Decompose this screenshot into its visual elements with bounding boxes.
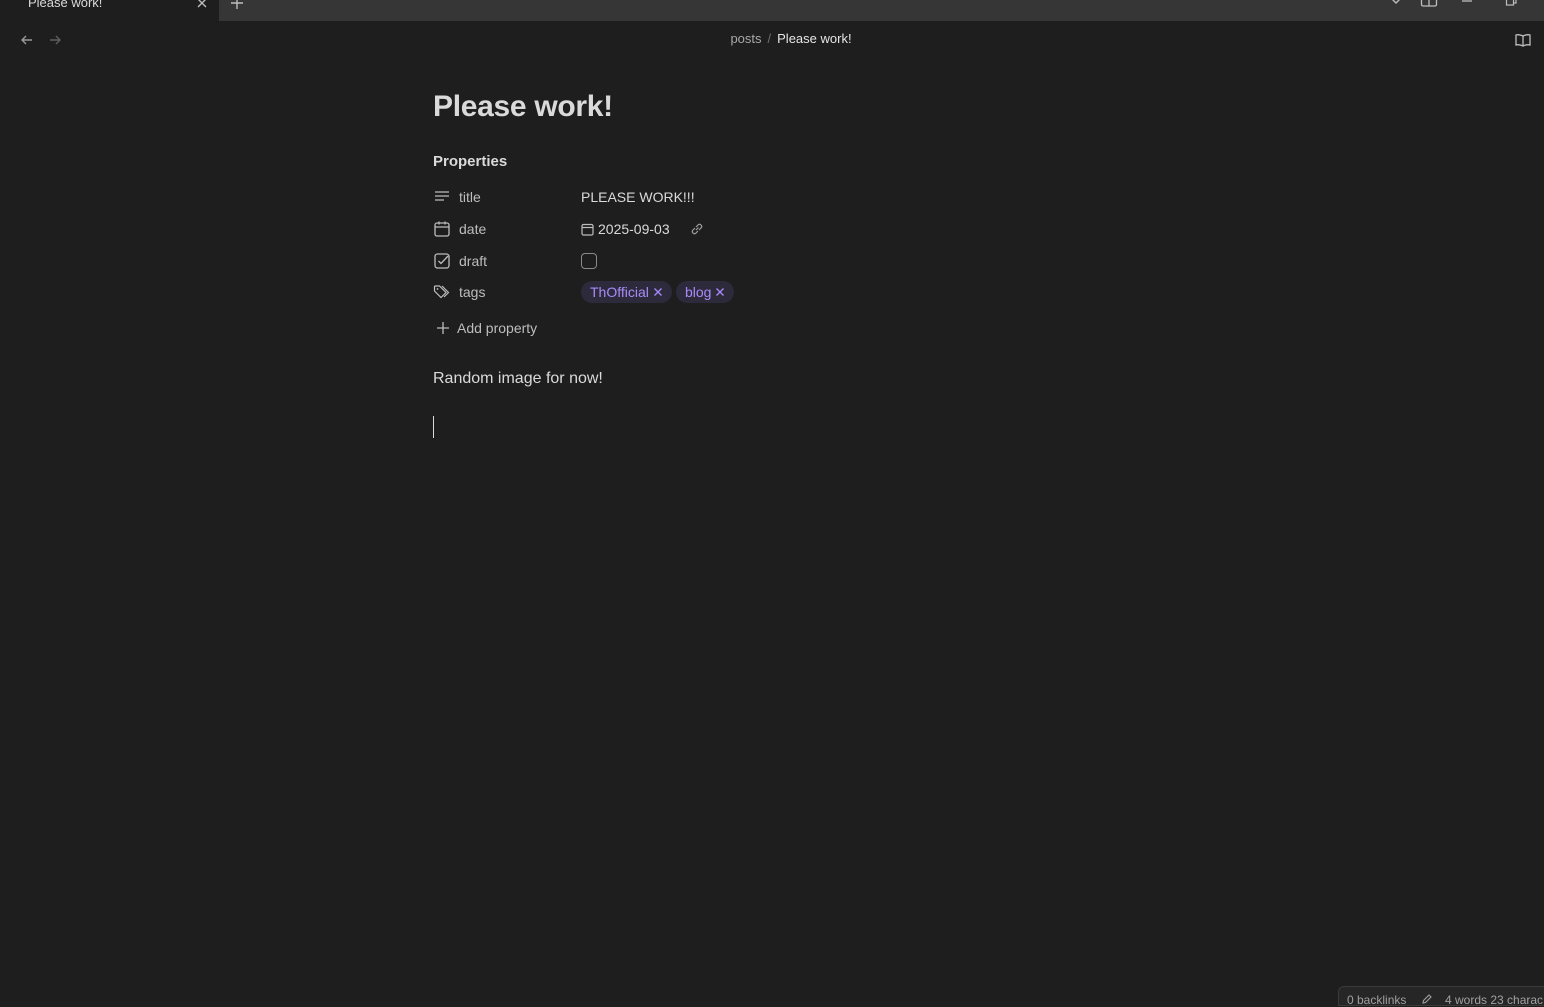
pencil-icon[interactable]	[1421, 993, 1433, 1005]
word-count: 4 words 23 charac	[1445, 993, 1544, 1007]
property-key[interactable]: date	[459, 221, 486, 237]
minimize-icon[interactable]	[1460, 0, 1474, 8]
small-calendar-icon	[581, 223, 594, 236]
backlinks-count[interactable]: 0 backlinks	[1347, 993, 1406, 1007]
status-bar: 0 backlinks 4 words 23 charac	[1338, 986, 1544, 1007]
property-key[interactable]: title	[459, 189, 481, 205]
add-property-button[interactable]: Add property	[436, 319, 556, 339]
remove-tag-icon[interactable]	[715, 287, 725, 297]
text-cursor	[433, 416, 434, 438]
add-property-label: Add property	[457, 320, 538, 336]
tab-title: Please work!	[28, 0, 103, 10]
property-value-date[interactable]: 2025-09-03	[598, 221, 670, 237]
tab-active[interactable]: Please work!	[0, 0, 219, 21]
tag-pill[interactable]: blog	[676, 281, 735, 303]
breadcrumb-separator: /	[767, 31, 772, 46]
new-tab-plus-icon[interactable]	[230, 0, 244, 10]
breadcrumb: posts / Please work!	[0, 31, 1544, 46]
breadcrumb-folder[interactable]: posts	[730, 31, 761, 46]
draft-checkbox[interactable]	[581, 253, 597, 269]
note-body-paragraph[interactable]: Random image for now!	[433, 370, 603, 388]
chevron-down-icon[interactable]	[1389, 0, 1403, 8]
note-title[interactable]: Please work!	[433, 90, 613, 124]
tags-icon[interactable]	[433, 283, 451, 301]
tab-strip: Please work!	[0, 0, 1544, 21]
breadcrumb-file[interactable]: Please work!	[777, 31, 851, 46]
remove-tag-icon[interactable]	[653, 287, 663, 297]
plus-icon	[436, 321, 450, 335]
tag-label[interactable]: ThOfficial	[590, 284, 649, 300]
reading-view-book-icon[interactable]	[1514, 31, 1532, 49]
calendar-icon[interactable]	[433, 220, 451, 238]
tag-label[interactable]: blog	[685, 284, 711, 300]
property-key[interactable]: tags	[459, 284, 485, 300]
text-lines-icon[interactable]	[433, 188, 451, 206]
property-row-tags: tags ThOfficial blog	[433, 280, 833, 306]
property-row-title: title PLEASE WORK!!!	[433, 185, 833, 211]
link-icon[interactable]	[689, 221, 705, 237]
sidebar-layout-icon[interactable]	[1420, 0, 1438, 8]
property-key[interactable]: draft	[459, 253, 487, 269]
tag-pill[interactable]: ThOfficial	[581, 281, 672, 303]
properties-heading[interactable]: Properties	[433, 153, 507, 170]
property-row-draft: draft	[433, 249, 833, 275]
checkbox-icon[interactable]	[433, 252, 451, 270]
restore-window-icon[interactable]	[1504, 0, 1518, 8]
property-value-title[interactable]: PLEASE WORK!!!	[581, 189, 695, 205]
property-row-date: date 2025-09-03	[433, 217, 833, 243]
close-icon[interactable]	[195, 0, 209, 10]
